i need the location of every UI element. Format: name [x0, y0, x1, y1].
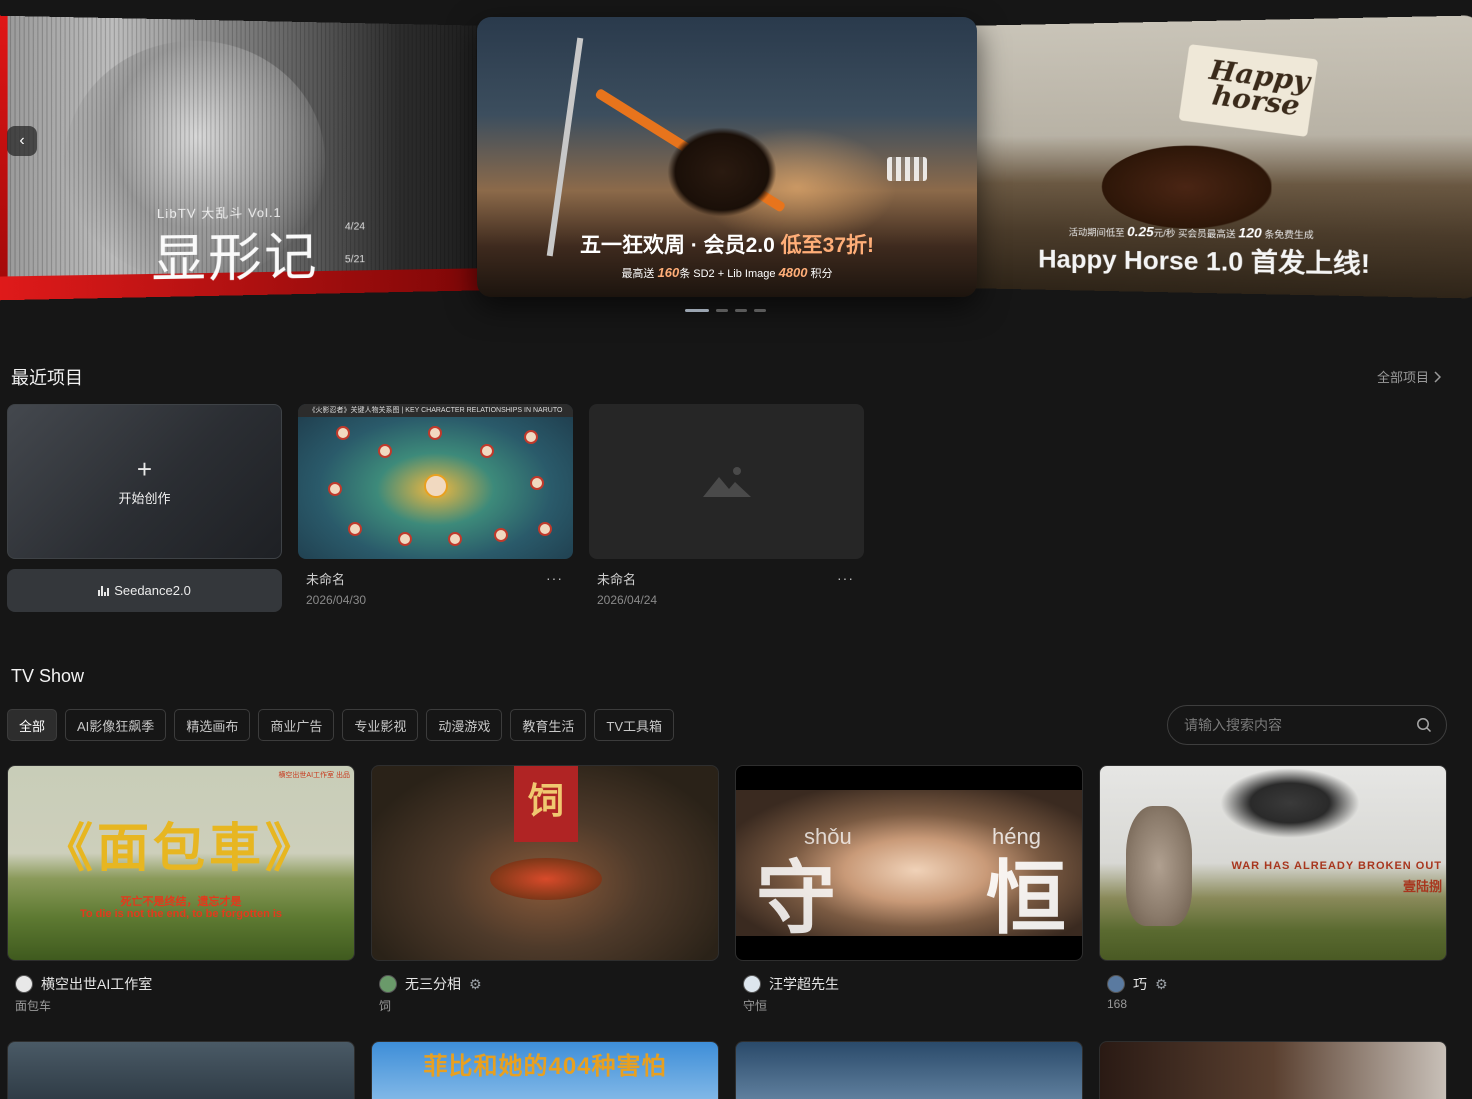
- more-options-icon[interactable]: ···: [837, 570, 854, 586]
- tv-card-thumbnail[interactable]: 横空出世AI工作室 出品 《面包車》 死亡不是终结，遗忘才是 To die is…: [7, 765, 355, 961]
- project-name: 未命名: [597, 569, 636, 588]
- tv-card-thumbnail[interactable]: WAR HAS ALREADY BROKEN OUT 壹陆捌: [1099, 765, 1447, 961]
- author-name: 巧: [1133, 974, 1147, 994]
- horse-rider-image: [1102, 145, 1272, 229]
- poster-corner-text: 横空出世AI工作室 出品: [278, 770, 350, 780]
- carousel-prev-button[interactable]: ‹: [7, 126, 37, 156]
- tab-education-life[interactable]: 教育生活: [510, 709, 586, 741]
- carousel-dot[interactable]: [735, 309, 747, 312]
- start-create-card[interactable]: + 开始创作: [7, 404, 282, 559]
- tv-card-thumbnail[interactable]: 饲: [371, 765, 719, 961]
- project-date: 2026/04/30: [306, 593, 366, 607]
- banner-left-title: 显形记: [151, 216, 318, 293]
- doll-image: [1126, 806, 1192, 926]
- search-icon[interactable]: [1416, 717, 1432, 733]
- start-create-label: 开始创作: [118, 488, 170, 507]
- all-projects-label: 全部项目: [1377, 367, 1429, 386]
- flag-text: Happy horse: [1195, 57, 1320, 122]
- work-title: 饲: [379, 997, 391, 1014]
- poster-tagline-en: To die is not the end, to be forgotten i…: [8, 908, 354, 920]
- bowl-image: [490, 858, 602, 900]
- image-placeholder-icon: [703, 465, 751, 499]
- eagle-image: [1220, 768, 1360, 838]
- banner-right-promo: 活动期间低至 0.25元/秒 买会员最高送 120 条免费生成: [1069, 223, 1314, 241]
- tv-card-thumbnail[interactable]: [735, 1041, 1083, 1099]
- card-author[interactable]: 汪学超先生: [743, 974, 839, 994]
- search-input[interactable]: [1184, 717, 1404, 733]
- project-date: 2026/04/24: [597, 593, 657, 607]
- stadium-lights-image: [887, 157, 927, 181]
- tv-card-thumbnail[interactable]: [7, 1041, 355, 1099]
- tv-card-thumbnail[interactable]: shǒu héng 守 恒: [735, 765, 1083, 961]
- verified-badge-icon: ⚙: [1155, 976, 1168, 993]
- banner-left-date-end: 5/21: [345, 254, 365, 266]
- poster-title: 饲: [514, 766, 578, 842]
- avatar: [1107, 975, 1125, 993]
- tab-film[interactable]: 专业影视: [342, 709, 418, 741]
- avatar: [15, 975, 33, 993]
- more-options-icon[interactable]: ···: [546, 570, 563, 586]
- tab-anime-games[interactable]: 动漫游戏: [426, 709, 502, 741]
- avatar: [743, 975, 761, 993]
- chevron-left-icon: ‹: [19, 132, 24, 150]
- banner-center-subtitle: 最高送 160条 SD2 + Lib Image 4800 积分: [477, 265, 977, 281]
- chevron-right-icon: [1433, 371, 1441, 383]
- tv-card-thumbnail[interactable]: 菲比和她的404种害怕: [371, 1041, 719, 1099]
- banner-carousel: LibTV 大乱斗 Vol.1 显形记 4/24 5/21 Happy hors…: [0, 0, 1472, 330]
- recent-projects-title: 最近项目: [11, 364, 83, 390]
- poster-tagline-en: WAR HAS ALREADY BROKEN OUT: [1231, 860, 1442, 872]
- author-name: 横空出世AI工作室: [41, 974, 152, 994]
- tv-card-thumbnail[interactable]: [1099, 1041, 1447, 1099]
- libtv-home: LibTV 大乱斗 Vol.1 显形记 4/24 5/21 Happy hors…: [0, 0, 1472, 1099]
- tab-all[interactable]: 全部: [7, 709, 57, 741]
- banner-left-date-start: 4/24: [345, 221, 365, 232]
- carousel-pagination: [685, 309, 766, 312]
- poster-tagline-cn: 死亡不是终结，遗忘才是: [8, 893, 354, 909]
- tab-featured-canvas[interactable]: 精选画布: [174, 709, 250, 741]
- carousel-dot[interactable]: [754, 309, 766, 312]
- pole-image: [547, 38, 584, 257]
- seedance-button[interactable]: Seedance2.0: [7, 569, 282, 612]
- card-author[interactable]: 无三分相 ⚙: [379, 974, 482, 994]
- poster-char-1: 守: [756, 850, 836, 946]
- work-title: 面包车: [15, 997, 51, 1014]
- poster-title: 《面包車》: [8, 806, 354, 881]
- work-title: 168: [1107, 997, 1127, 1011]
- plus-icon: +: [137, 456, 152, 482]
- thumbnail-header: 《火影忍者》关键人物关系图 | KEY CHARACTER RELATIONSH…: [298, 404, 573, 417]
- tab-commercial[interactable]: 商业广告: [258, 709, 334, 741]
- project-thumbnail-placeholder[interactable]: [589, 404, 864, 559]
- work-title: 守恒: [743, 997, 767, 1014]
- author-name: 无三分相: [405, 974, 461, 994]
- poster-title: 菲比和她的404种害怕: [372, 1046, 718, 1081]
- card-author[interactable]: 横空出世AI工作室: [15, 974, 152, 994]
- carousel-dot[interactable]: [716, 309, 728, 312]
- author-name: 汪学超先生: [769, 974, 839, 994]
- avatar: [379, 975, 397, 993]
- search-box: [1167, 705, 1447, 745]
- carousel-dot[interactable]: [685, 309, 709, 312]
- banner-may-day-sale[interactable]: 五一狂欢周 · 会员2.0 低至37折! 最高送 160条 SD2 + Lib …: [477, 17, 977, 297]
- project-thumbnail[interactable]: 《火影忍者》关键人物关系图 | KEY CHARACTER RELATIONSH…: [298, 404, 573, 559]
- verified-badge-icon: ⚙: [469, 976, 482, 993]
- card-author[interactable]: 巧 ⚙: [1107, 974, 1168, 994]
- banner-right-title: Happy Horse 1.0 首发上线!: [1038, 239, 1370, 282]
- banner-center-title: 五一狂欢周 · 会员2.0 低至37折!: [477, 229, 977, 259]
- poster-char-2: 恒: [986, 850, 1066, 946]
- poster-pinyin-2: héng: [992, 824, 1041, 850]
- poster-tagline-cn: 壹陆捌: [1403, 876, 1442, 895]
- banner-happy-horse[interactable]: Happy horse 活动期间低至 0.25元/秒 买会员最高送 120 条免…: [960, 15, 1472, 298]
- seedance-label: Seedance2.0: [114, 583, 191, 598]
- poster-pinyin-1: shǒu: [804, 824, 852, 850]
- category-tabs: 全部 AI影像狂飙季 精选画布 商业广告 专业影视 动漫游戏 教育生活 TV工具…: [7, 709, 674, 741]
- tab-ai-season[interactable]: AI影像狂飙季: [65, 709, 166, 741]
- tv-show-title: TV Show: [11, 666, 84, 687]
- bar-chart-icon: [98, 586, 109, 596]
- athlete-image: [667, 127, 777, 217]
- banner-xianxingji[interactable]: LibTV 大乱斗 Vol.1 显形记 4/24 5/21: [0, 15, 498, 301]
- project-name: 未命名: [306, 569, 345, 588]
- all-projects-link[interactable]: 全部项目: [1377, 367, 1441, 386]
- tab-tv-toolbox[interactable]: TV工具箱: [594, 709, 674, 741]
